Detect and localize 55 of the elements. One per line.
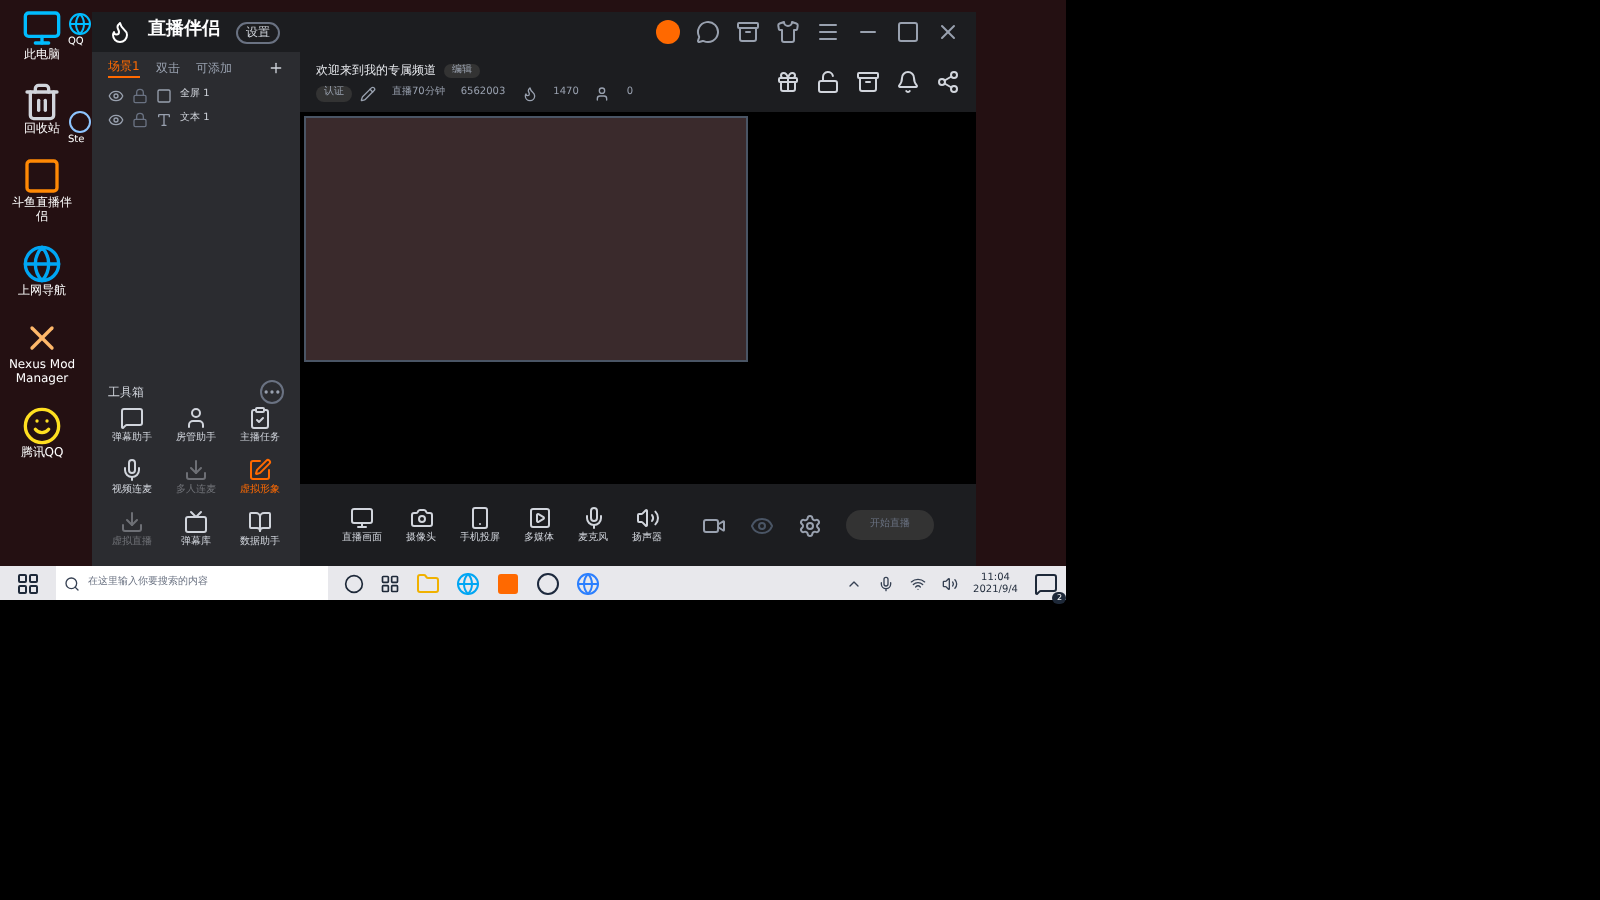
tool-icon: [184, 458, 208, 482]
notification-icon[interactable]: [1034, 571, 1058, 595]
heat-icon: [521, 86, 538, 102]
feedback-icon[interactable]: [696, 20, 720, 44]
desktop-app-icon[interactable]: [22, 156, 62, 196]
share-icon[interactable]: [936, 70, 960, 94]
tool-icon: [120, 458, 144, 482]
eye-icon[interactable]: [108, 88, 124, 104]
desktop-app-icon[interactable]: [68, 110, 92, 134]
tool-icon: [184, 406, 208, 430]
bell-icon[interactable]: [896, 70, 920, 94]
network-icon[interactable]: [909, 575, 926, 591]
start-icon[interactable]: [16, 571, 40, 595]
source-icon: [156, 88, 172, 104]
shirt-icon[interactable]: [776, 20, 800, 44]
tool-icon: [184, 510, 208, 534]
logo-icon: [108, 20, 132, 44]
maximize-icon[interactable]: [896, 20, 920, 44]
lock-icon[interactable]: [816, 70, 840, 94]
tool-icon: [248, 510, 272, 534]
source-type-icon: [527, 505, 551, 529]
desktop-app-icon[interactable]: [22, 82, 62, 122]
eye-icon[interactable]: [108, 112, 124, 128]
globe-icon[interactable]: [576, 571, 600, 595]
video-icon[interactable]: [702, 513, 726, 537]
task-view-icon[interactable]: [344, 573, 364, 593]
volume-icon[interactable]: [941, 575, 958, 591]
desktop-app-icon[interactable]: [68, 12, 92, 36]
tool-icon: [248, 458, 272, 482]
desktop-app-icon[interactable]: [22, 244, 62, 284]
source-type-icon: [350, 505, 374, 529]
tool-icon: [120, 510, 144, 534]
source-type-icon: [581, 505, 605, 529]
more-icon[interactable]: [260, 380, 284, 404]
app-title: 直播伴侣: [148, 18, 220, 45]
viewer-icon: [594, 86, 611, 102]
box-icon[interactable]: [856, 70, 880, 94]
gift-icon[interactable]: [776, 70, 800, 94]
settings-icon[interactable]: [798, 513, 822, 537]
widgets-icon[interactable]: [380, 573, 400, 593]
source-type-icon: [409, 505, 433, 529]
add-icon[interactable]: [268, 60, 284, 76]
avatar-icon[interactable]: [656, 20, 680, 44]
tool-icon: [120, 406, 144, 430]
tool-icon: [248, 406, 272, 430]
close-icon[interactable]: [936, 20, 960, 44]
source-type-icon: [468, 505, 492, 529]
box-icon[interactable]: [736, 20, 760, 44]
microphone-icon[interactable]: [877, 575, 894, 591]
edit-icon[interactable]: [360, 86, 376, 102]
menu-icon[interactable]: [816, 20, 840, 44]
search-icon: [64, 575, 80, 591]
source-icon: [156, 112, 172, 128]
desktop-app-icon[interactable]: [22, 8, 62, 48]
source-type-icon: [635, 505, 659, 529]
